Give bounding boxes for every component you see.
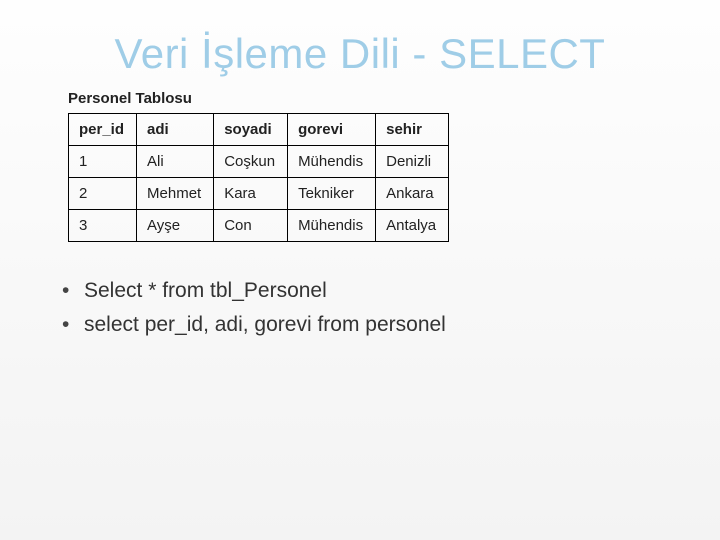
cell: Con (214, 210, 288, 242)
query-list: Select * from tbl_Personel select per_id… (62, 277, 670, 340)
table-label: Personel Tablosu (68, 90, 670, 107)
cell: 3 (69, 210, 137, 242)
col-sehir: sehir (376, 114, 449, 146)
cell: Mühendis (288, 210, 376, 242)
cell: Mühendis (288, 146, 376, 178)
cell: Kara (214, 178, 288, 210)
cell: Ankara (376, 178, 449, 210)
cell: Antalya (376, 210, 449, 242)
query-item: Select * from tbl_Personel (62, 277, 670, 305)
col-per-id: per_id (69, 114, 137, 146)
cell: 2 (69, 178, 137, 210)
table-header-row: per_id adi soyadi gorevi sehir (69, 114, 449, 146)
col-adi: adi (137, 114, 214, 146)
table-row: 2 Mehmet Kara Tekniker Ankara (69, 178, 449, 210)
query-item: select per_id, adi, gorevi from personel (62, 311, 670, 339)
table-row: 1 Ali Coşkun Mühendis Denizli (69, 146, 449, 178)
table-row: 3 Ayşe Con Mühendis Antalya (69, 210, 449, 242)
cell: Denizli (376, 146, 449, 178)
slide-title: Veri İşleme Dili - SELECT (50, 30, 670, 78)
cell: Mehmet (137, 178, 214, 210)
cell: Coşkun (214, 146, 288, 178)
cell: Ali (137, 146, 214, 178)
col-soyadi: soyadi (214, 114, 288, 146)
personel-table: per_id adi soyadi gorevi sehir 1 Ali Coş… (68, 113, 449, 242)
cell: Ayşe (137, 210, 214, 242)
slide: Veri İşleme Dili - SELECT Personel Tablo… (0, 0, 720, 540)
cell: 1 (69, 146, 137, 178)
cell: Tekniker (288, 178, 376, 210)
col-gorevi: gorevi (288, 114, 376, 146)
